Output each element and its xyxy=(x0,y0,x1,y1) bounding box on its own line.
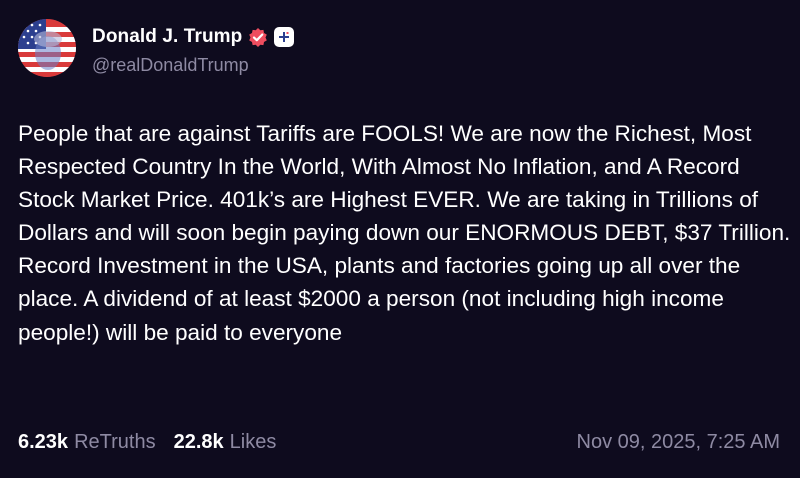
plus-icon xyxy=(279,32,290,42)
likes-label[interactable]: Likes xyxy=(230,431,277,454)
retruths-label[interactable]: ReTruths xyxy=(74,431,156,454)
avatar-image xyxy=(18,19,76,77)
avatar[interactable] xyxy=(18,19,76,77)
truth-post-card: Donald J. Trump @realDonaldTrump People … xyxy=(0,0,800,478)
author-name-row: Donald J. Trump xyxy=(92,23,295,51)
author-handle[interactable]: @realDonaldTrump xyxy=(92,55,249,76)
follow-button[interactable] xyxy=(274,27,295,47)
author-display-name[interactable]: Donald J. Trump xyxy=(92,26,242,48)
post-timestamp[interactable]: Nov 09, 2025, 7:25 AM xyxy=(577,431,780,454)
post-stats: 6.23k ReTruths 22.8k Likes xyxy=(18,431,276,454)
retruths-count[interactable]: 6.23k xyxy=(18,431,68,454)
likes-count[interactable]: 22.8k xyxy=(174,431,224,454)
verified-badge-icon xyxy=(248,27,268,47)
post-body-text: People that are against Tariffs are FOOL… xyxy=(18,121,791,345)
